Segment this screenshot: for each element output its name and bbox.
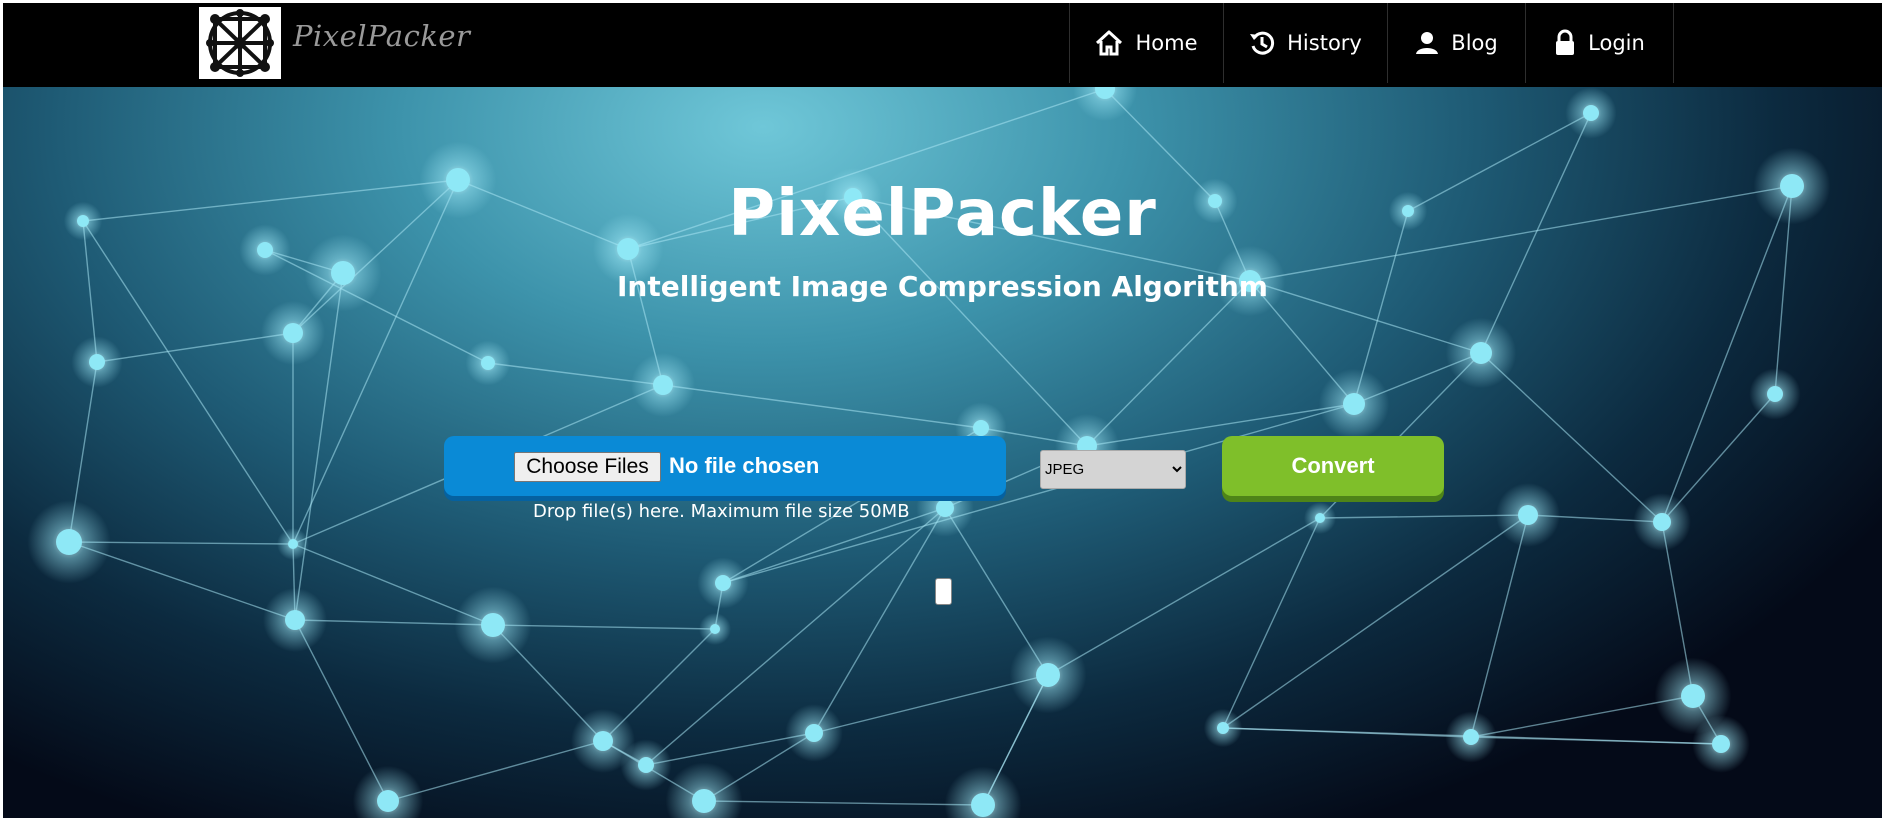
network-node — [1653, 513, 1671, 531]
nav-home-label: Home — [1135, 31, 1198, 55]
hero-title: PixelPacker — [728, 177, 1157, 251]
network-node — [283, 323, 303, 343]
lock-icon — [1556, 29, 1575, 55]
network-node — [1583, 105, 1599, 121]
network-edge — [1222, 517, 1321, 729]
file-dropzone[interactable]: Choose Files No file chosen — [444, 436, 1006, 496]
network-edge — [813, 507, 946, 734]
network-node — [1463, 729, 1479, 745]
network-node — [1681, 684, 1705, 708]
network-node — [936, 499, 954, 517]
network-edge — [703, 800, 984, 806]
network-node — [377, 790, 399, 812]
network-node — [1343, 393, 1365, 415]
nav-history[interactable]: History — [1224, 3, 1388, 83]
hero-section: PixelPacker Intelligent Image Compressio… — [3, 87, 1882, 818]
choose-files-button[interactable]: Choose Files — [514, 452, 661, 482]
convert-button[interactable]: Convert — [1222, 436, 1444, 496]
nav-login-label: Login — [1588, 31, 1645, 55]
network-node — [285, 610, 305, 630]
slider-handle[interactable] — [935, 578, 952, 605]
user-icon — [1416, 32, 1439, 54]
nav-blog-label: Blog — [1451, 31, 1498, 55]
network-node — [1470, 342, 1492, 364]
network-node — [1217, 722, 1229, 734]
nav-login[interactable]: Login — [1526, 3, 1674, 83]
network-node — [653, 375, 673, 395]
network-node — [973, 420, 989, 436]
drop-hint-text: Drop file(s) here. Maximum file size 50M… — [533, 501, 910, 522]
network-node — [1712, 735, 1730, 753]
nav-blog[interactable]: Blog — [1388, 3, 1526, 83]
network-node — [692, 789, 716, 813]
network-edge — [662, 384, 982, 429]
logo-image[interactable] — [199, 7, 281, 79]
format-select[interactable]: JPEG — [1040, 450, 1186, 489]
file-status-text: No file chosen — [669, 453, 820, 478]
network-node — [481, 356, 495, 370]
network-node — [288, 539, 298, 549]
network-node — [1518, 505, 1538, 525]
network-node — [1036, 663, 1060, 687]
main-nav: Home History Blog Login — [1069, 3, 1674, 83]
network-node — [56, 529, 82, 555]
browser-viewport: PixelPacker Home History Blog Login Pixe… — [3, 3, 1882, 818]
network-node — [715, 575, 731, 591]
hero-subtitle: Intelligent Image Compression Algorithm — [617, 270, 1268, 303]
network-node — [710, 624, 720, 634]
network-node — [1767, 386, 1783, 402]
home-icon — [1096, 30, 1123, 56]
nav-history-label: History — [1287, 31, 1362, 55]
network-node — [971, 793, 995, 817]
network-node — [638, 757, 654, 773]
network-edge — [1047, 517, 1321, 676]
nav-home[interactable]: Home — [1070, 3, 1224, 83]
network-node — [89, 354, 105, 370]
top-navbar: PixelPacker Home History Blog Login — [3, 3, 1882, 87]
network-node — [593, 731, 613, 751]
brand-name[interactable]: PixelPacker — [293, 19, 470, 53]
history-icon — [1250, 31, 1275, 55]
network-node — [481, 613, 505, 637]
network-node — [1315, 513, 1325, 523]
logo-icon — [206, 9, 274, 77]
network-node — [805, 724, 823, 742]
